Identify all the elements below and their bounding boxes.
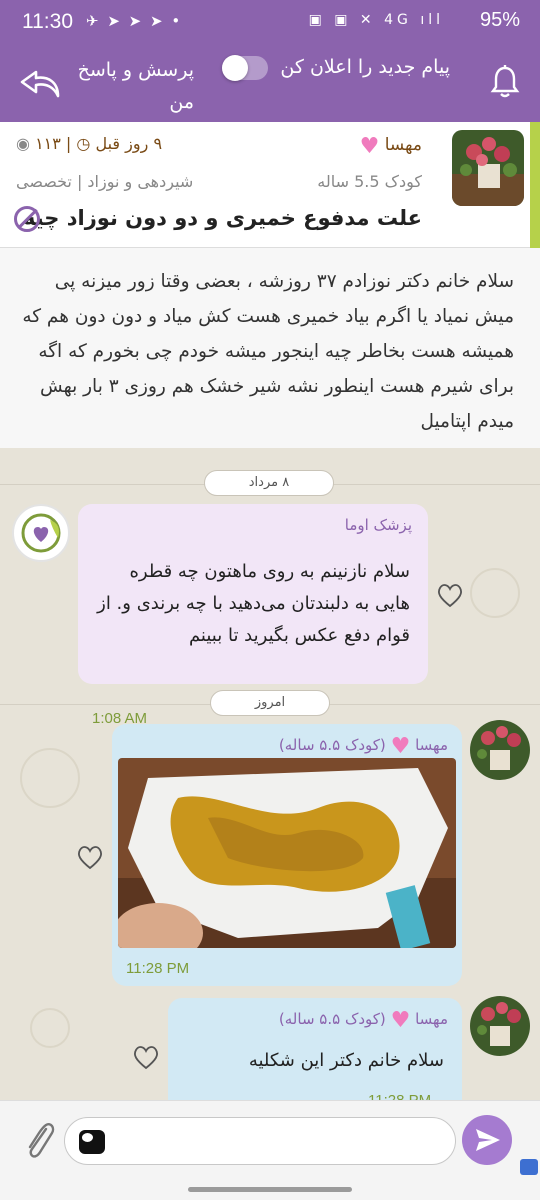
system-icons: ▣ ▣ ✕ 4G ıll <box>308 12 444 28</box>
battery-level: 95% <box>479 9 520 31</box>
question-title: علت مدفوع خمیری و دو دون نوزاد چیه <box>22 206 422 230</box>
user-avatar[interactable] <box>470 996 530 1056</box>
sticker-icon[interactable] <box>79 1130 105 1154</box>
sender-line: مهسا ♥ (کودک ۵.۵ ساله) <box>279 734 448 759</box>
message-time: 11:28 PM <box>368 1092 431 1100</box>
background-doodle <box>30 1008 70 1048</box>
doctor-name: پزشک اوما <box>344 516 412 534</box>
page-title: پرسش و پاسخ من <box>77 59 194 113</box>
user-avatar[interactable] <box>452 130 524 206</box>
sender-name: مهسا <box>415 1010 448 1028</box>
question-card[interactable]: مهسا ♥ کودک 5.5 ساله شیردهی و نوزاد | تخ… <box>0 122 540 248</box>
heart-outline-icon[interactable] <box>436 582 464 608</box>
back-arrow-icon[interactable] <box>18 70 62 100</box>
clock-icon: ◷ <box>76 134 91 153</box>
eye-icon: ◉ <box>16 134 30 153</box>
user-image-message[interactable]: مهسا ♥ (کودک ۵.۵ ساله) 11:28 PM <box>112 724 462 986</box>
sender-line: مهسا ♥ (کودک ۵.۵ ساله) <box>279 1008 448 1033</box>
notification-icons: ✈ ➤ ➤ ➤ • <box>86 12 183 30</box>
heart-outline-icon[interactable] <box>132 1044 160 1070</box>
background-doodle <box>20 748 80 808</box>
question-category: شیردهی و نوزاد | تخصصی <box>16 172 194 191</box>
heart-outline-icon[interactable] <box>76 844 104 870</box>
heart-icon: ♥ <box>390 1008 411 1033</box>
question-body: سلام خانم دکتر نوزادم ۳۷ روزشه ، بعضی وق… <box>0 248 540 448</box>
background-doodle <box>470 568 520 618</box>
child-tag: (کودک ۵.۵ ساله) <box>278 736 386 754</box>
block-icon[interactable] <box>14 206 40 232</box>
doctor-message[interactable]: پزشک اوما سلام نازنینم به روی ماهتون چه … <box>78 504 428 727</box>
doctor-avatar[interactable] <box>12 504 70 562</box>
question-author: مهسا ♥ <box>360 134 422 159</box>
badge-icon <box>520 1159 538 1175</box>
status-bar: 11:30 ✈ ➤ ➤ ➤ • ▣ ▣ ✕ 4G ıll 95% <box>0 0 540 44</box>
author-name: مهسا <box>384 135 422 155</box>
home-indicator <box>188 1187 352 1192</box>
send-button[interactable] <box>462 1115 512 1165</box>
child-tag: (کودک ۵.۵ ساله) <box>278 1010 386 1028</box>
view-count: ۱۱۳ <box>35 134 61 153</box>
message-time: 11:28 PM <box>126 960 190 977</box>
chat-area[interactable]: ۸ مرداد پزشک اوما سلام نازنینم به روی ما… <box>0 448 540 1100</box>
date-separator: ۸ مرداد <box>204 470 334 496</box>
sender-name: مهسا <box>415 736 448 754</box>
notify-toggle[interactable] <box>222 55 268 81</box>
toggle-knob <box>222 55 248 81</box>
message-composer <box>0 1100 540 1200</box>
accent-bar <box>530 122 540 248</box>
bell-icon[interactable] <box>490 64 520 100</box>
send-icon <box>476 1129 500 1151</box>
attached-photo[interactable] <box>118 758 456 948</box>
heart-icon: ♥ <box>390 734 411 759</box>
question-meta: ۹ روز قبل ◷ | ۱۱۳ ◉ <box>16 134 163 153</box>
user-message-text: سلام خانم دکتر این شکلیه <box>248 1050 444 1071</box>
status-time: 11:30 <box>22 10 73 33</box>
doctor-message-text: سلام نازنینم به روی ماهتون چه قطره هایی … <box>97 561 410 646</box>
time-ago: ۹ روز قبل <box>95 134 163 153</box>
notify-label: پیام جدید را اعلان کن <box>280 56 450 78</box>
paperclip-icon[interactable] <box>22 1119 56 1163</box>
app-header: پیام جدید را اعلان کن پرسش و پاسخ من <box>0 44 540 122</box>
date-separator: امروز <box>210 690 330 716</box>
question-text: سلام خانم دکتر نوزادم ۳۷ روزشه ، بعضی وق… <box>22 271 514 432</box>
heart-icon: ♥ <box>359 134 380 159</box>
message-input[interactable] <box>64 1117 456 1165</box>
user-text-message[interactable]: مهسا ♥ (کودک ۵.۵ ساله) سلام خانم دکتر ای… <box>168 998 462 1100</box>
user-avatar[interactable] <box>470 720 530 780</box>
child-info: کودک 5.5 ساله <box>317 172 422 191</box>
